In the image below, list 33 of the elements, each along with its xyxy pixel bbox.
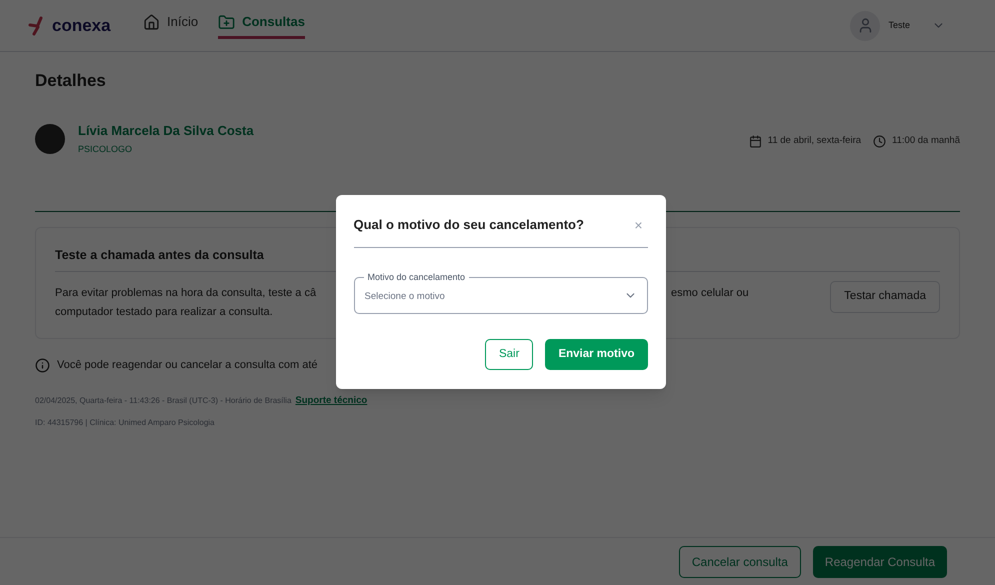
professional-role: PSICOLOGO	[78, 143, 134, 156]
logo-text: conexa	[52, 17, 111, 34]
cancel-appointment-button[interactable]: Cancelar consulta	[678, 546, 801, 578]
exit-button[interactable]: Sair	[484, 338, 534, 370]
nav-tab[interactable]: Início	[143, 12, 198, 39]
send-reason-button[interactable]: Enviar motivo	[545, 338, 648, 370]
professional-name: Lívia Marcela Da Silva Costa	[78, 122, 254, 140]
timestamp-text: 02/04/2025, Quarta-feira - 11:43:26 - Brasil (UTC-3) - Horário de Brasília	[35, 394, 292, 407]
card-title: Teste a chamada antes da consulta	[55, 246, 265, 264]
reschedule-button[interactable]: Reagendar Consulta	[812, 546, 947, 578]
select-placeholder: Selecione o motivo	[364, 290, 445, 304]
appointment-time: 11:00 da manhã	[892, 134, 960, 148]
card-text: computador testado para realizar a consulta.	[55, 305, 273, 320]
dialog-title: Qual o motivo do seu cancelamento?	[354, 216, 584, 234]
home-icon	[143, 14, 160, 30]
select-label: Motivo do cancelamento	[364, 270, 470, 283]
info-icon	[35, 358, 50, 373]
folder-plus-icon	[218, 14, 236, 30]
nav-tab[interactable]: Consultas	[218, 12, 305, 39]
info-text: Você pode reagendar ou cancelar a consulta com até	[57, 358, 318, 374]
appointment-date: 11 de abril, sexta-feira	[768, 134, 862, 148]
page-title: Detalhes	[35, 70, 107, 92]
test-call-button[interactable]: Testar chamada	[830, 281, 940, 312]
id-text: ID: 44315796 | Clínica: Unimed Amparo Psicologia	[35, 417, 216, 429]
card-text: Para evitar problemas na hora da consulta, teste a câ	[55, 286, 316, 302]
close-button[interactable]: ×	[634, 218, 642, 232]
support-link[interactable]: Suporte técnico	[295, 394, 368, 408]
user-name: Teste	[888, 18, 910, 32]
profile-photo-placeholder	[35, 124, 65, 154]
card-text: esmo celular ou	[671, 286, 749, 302]
avatar-icon[interactable]	[850, 10, 880, 40]
clock-icon	[873, 134, 886, 148]
calendar-icon	[748, 134, 762, 148]
